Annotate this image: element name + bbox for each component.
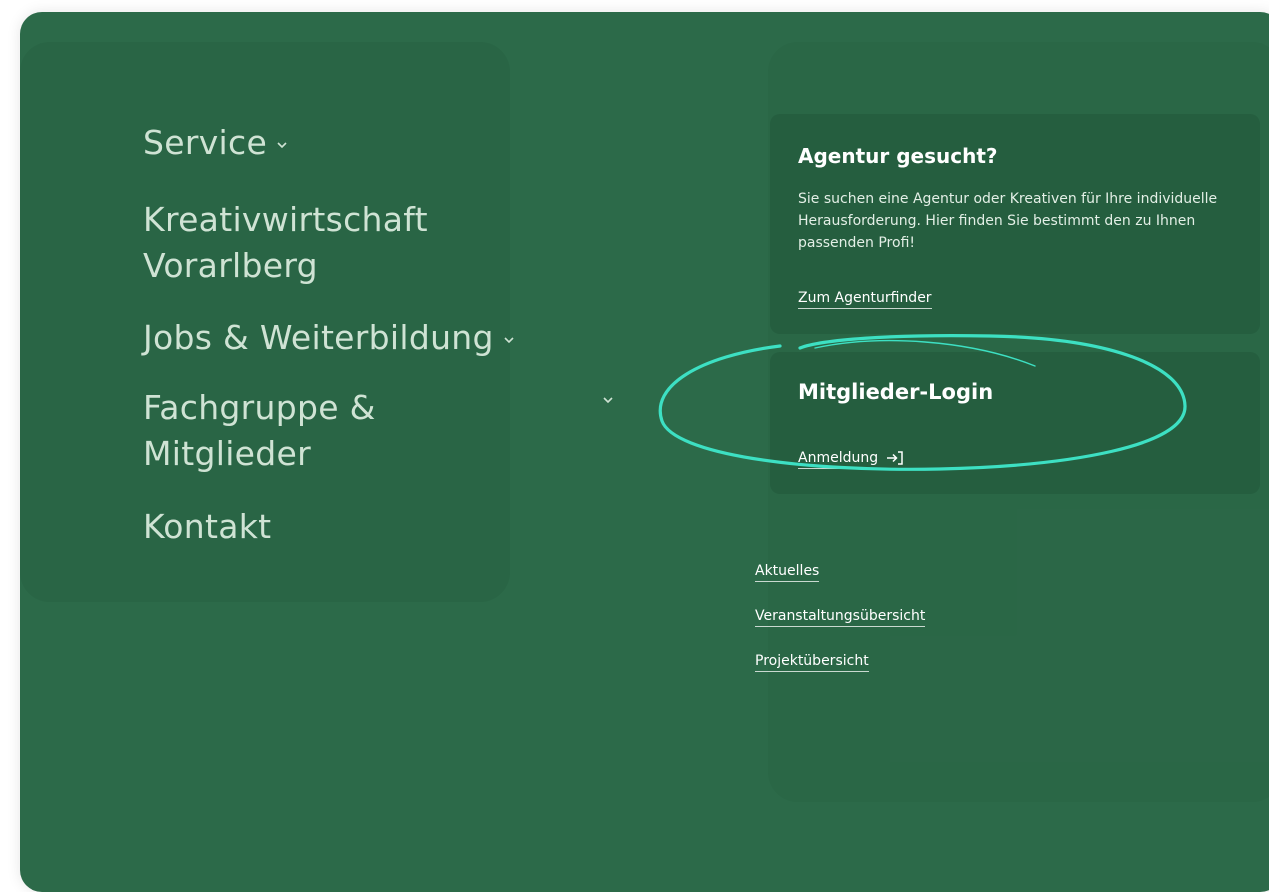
nav-item-kontakt[interactable]: Kontakt <box>143 504 271 550</box>
login-card: Mitglieder-Login Anmeldung <box>770 352 1260 494</box>
nav-item-fachgruppe[interactable]: Fachgruppe & Mitglieder <box>143 385 623 477</box>
login-link[interactable]: Anmeldung <box>798 450 905 469</box>
projektuebersicht-link[interactable]: Projektübersicht <box>755 653 869 672</box>
nav-item-kreativwirtschaft[interactable]: Kreativwirtschaft Vorarlberg <box>143 197 543 289</box>
footer-links: Aktuelles Veranstaltungsübersicht Projek… <box>755 563 926 698</box>
login-card-title: Mitglieder-Login <box>798 380 994 404</box>
chevron-down-icon <box>603 397 613 404</box>
nav-item-label: Kontakt <box>143 507 272 546</box>
agentur-card: Agentur gesucht? Sie suchen eine Agentur… <box>770 114 1260 334</box>
agentur-card-title: Agentur gesucht? <box>798 144 998 168</box>
veranstaltungsuebersicht-link[interactable]: Veranstaltungsübersicht <box>755 608 926 627</box>
nav-item-jobs[interactable]: Jobs & Weiterbildung <box>143 315 516 361</box>
nav-item-service[interactable]: Service <box>143 120 289 166</box>
chevron-down-icon <box>277 142 287 149</box>
agentur-card-text: Sie suchen eine Agentur oder Kreativen f… <box>798 191 1218 251</box>
login-arrow-icon <box>887 451 903 465</box>
chevron-down-icon <box>504 337 514 344</box>
nav-item-label: Fachgruppe & Mitglieder <box>143 388 376 473</box>
aktuelles-link[interactable]: Aktuelles <box>755 563 820 582</box>
nav-item-label: Jobs & Weiterbildung <box>143 318 494 357</box>
nav-item-label: Service <box>143 123 268 162</box>
login-link-label: Anmeldung <box>798 450 879 466</box>
nav-item-label: Kreativwirtschaft Vorarlberg <box>143 200 428 285</box>
agenturfinder-link[interactable]: Zum Agenturfinder <box>798 290 932 309</box>
